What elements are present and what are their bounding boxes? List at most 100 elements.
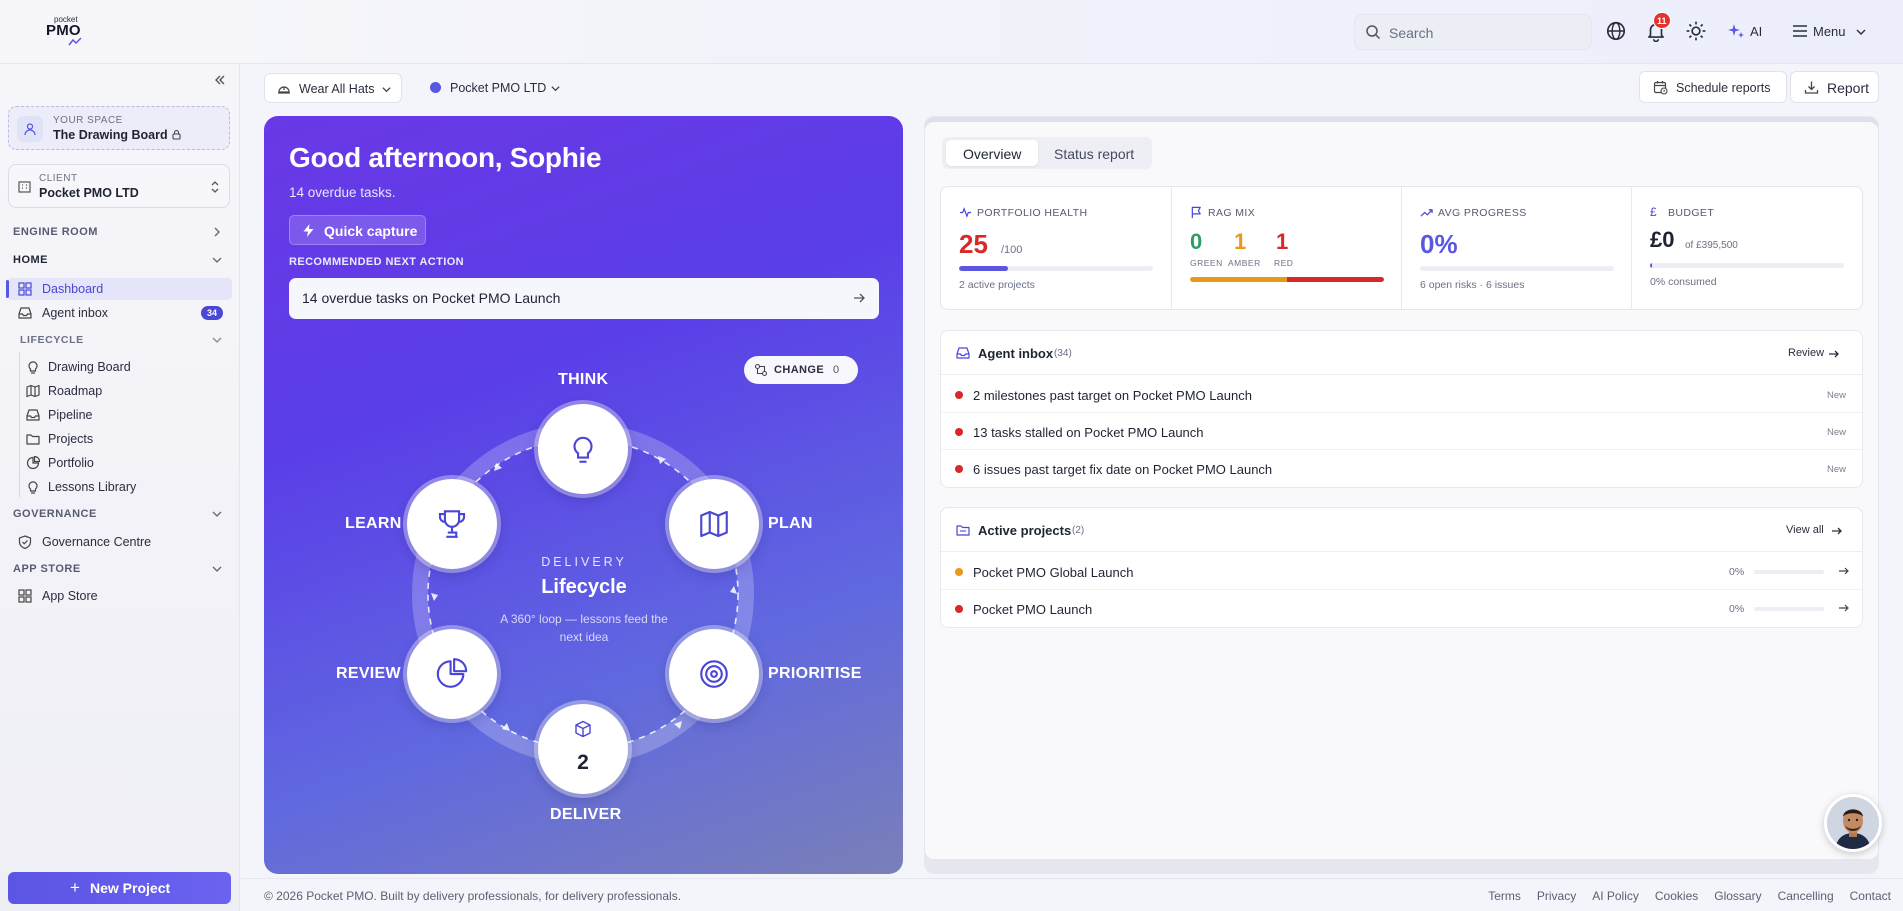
stage-review-label: REVIEW: [336, 665, 401, 682]
stage-prioritise-node[interactable]: [669, 629, 759, 719]
pocket-pmo-logo[interactable]: pocket PMO: [46, 15, 90, 47]
download-icon: [1804, 81, 1819, 94]
project-progress-pct: 0%: [1729, 566, 1745, 578]
project-row[interactable]: Pocket PMO Global Launch 0%: [941, 553, 1862, 590]
inbox-item[interactable]: 2 milestones past target on Pocket PMO L…: [941, 376, 1862, 413]
kpi-budget-bar-fill: [1650, 263, 1652, 268]
footer-link-cookies[interactable]: Cookies: [1655, 889, 1698, 903]
schedule-reports-button[interactable]: Schedule reports: [1639, 71, 1787, 103]
inbox-item[interactable]: 6 issues past target fix date on Pocket …: [941, 450, 1862, 487]
chevron-down-icon: [382, 87, 391, 93]
inbox-item[interactable]: 13 tasks stalled on Pocket PMO Launch Ne…: [941, 413, 1862, 450]
sidebar-item-dashboard[interactable]: Dashboard: [6, 278, 232, 300]
pie-icon: [26, 456, 40, 470]
stage-learn-label: LEARN: [345, 515, 402, 532]
section-governance[interactable]: GOVERNANCE: [13, 508, 222, 520]
tab-status-report-label: Status report: [1054, 146, 1135, 162]
logo-sparkle-icon: [68, 37, 82, 46]
kpi-budget-bar: [1650, 263, 1844, 268]
search-input[interactable]: [1389, 23, 1579, 43]
section-lifecycle[interactable]: LIFECYCLE: [20, 334, 222, 346]
rag-green: 0 GREEN: [1190, 229, 1223, 268]
agent-inbox-review-link[interactable]: Review: [1788, 347, 1839, 359]
inbox-icon: [956, 347, 970, 359]
stage-review-node[interactable]: [407, 629, 497, 719]
kpi-rag-label: RAG MIX: [1208, 207, 1256, 219]
package-icon: [575, 720, 591, 738]
kpi-avg-progress[interactable]: AVG PROGRESS 0% 6 open risks · 6 issues: [1401, 187, 1631, 309]
activity-icon: [959, 207, 972, 218]
your-space-card[interactable]: YOUR SPACE The Drawing Board: [8, 106, 230, 150]
collapse-sidebar-icon[interactable]: [212, 72, 228, 88]
footer-link-privacy[interactable]: Privacy: [1537, 889, 1576, 903]
project-row[interactable]: Pocket PMO Launch 0%: [941, 590, 1862, 627]
governance-label: GOVERNANCE: [13, 508, 97, 520]
sidebar-item-projects[interactable]: Projects: [20, 428, 232, 450]
lifecycle-title: Lifecycle: [541, 576, 627, 598]
sidebar-item-governance-centre[interactable]: Governance Centre: [8, 531, 232, 553]
view-all-projects-link[interactable]: View all: [1786, 524, 1842, 536]
bulb-icon: [573, 436, 593, 463]
footer-link-contact[interactable]: Contact: [1850, 889, 1891, 903]
menu-button[interactable]: Menu: [1791, 22, 1871, 42]
stage-think-node[interactable]: [538, 404, 628, 494]
new-project-button[interactable]: + New Project: [8, 872, 231, 904]
sidebar-item-drawing-board[interactable]: Drawing Board: [20, 356, 232, 378]
rag-amber-value: 1: [1234, 229, 1247, 254]
tab-status-report[interactable]: Status report: [1044, 140, 1148, 166]
kpi-portfolio-health[interactable]: PORTFOLIO HEALTH 25 /100 2 active projec…: [941, 187, 1171, 309]
sidebar-item-pipeline[interactable]: Pipeline: [20, 404, 232, 426]
rag-red-value: 1: [1276, 229, 1289, 254]
inbox-item-text: 6 issues past target fix date on Pocket …: [973, 462, 1273, 477]
footer-link-terms[interactable]: Terms: [1488, 889, 1521, 903]
client-selector[interactable]: CLIENT Pocket PMO LTD: [8, 164, 230, 208]
stage-prioritise-label: PRIORITISE: [768, 665, 862, 682]
kpi-health-bar: [959, 266, 1153, 271]
role-filter-label: Wear All Hats: [299, 82, 375, 96]
engine-room-label: ENGINE ROOM: [13, 226, 98, 238]
footer-link-cancelling[interactable]: Cancelling: [1778, 889, 1834, 903]
inbox-item-tag: New: [1827, 464, 1847, 475]
sidebar-item-lessons-library[interactable]: Lessons Library: [20, 476, 232, 498]
user-icon: [24, 123, 36, 136]
assistant-face-icon: [1827, 797, 1879, 849]
client-filter-dropdown[interactable]: Pocket PMO LTD: [450, 81, 560, 95]
arrow-right-icon: [1839, 567, 1849, 575]
agent-inbox-title: Agent inbox: [978, 346, 1054, 361]
client-label: CLIENT: [39, 173, 78, 184]
active-projects-title: Active projects: [978, 523, 1072, 538]
tab-overview[interactable]: Overview: [946, 140, 1038, 166]
tab-overview-label: Overview: [963, 146, 1022, 162]
sidebar-item-portfolio[interactable]: Portfolio: [20, 452, 232, 474]
arrow-right-icon: [1839, 604, 1849, 612]
sidebar-item-roadmap[interactable]: Roadmap: [20, 380, 232, 402]
sidebar-item-app-store[interactable]: App Store: [8, 585, 232, 607]
sun-icon[interactable]: [1685, 20, 1707, 42]
active-projects-header: Active projects (2) View all: [941, 508, 1862, 552]
new-project-label: New Project: [90, 880, 171, 896]
assistant-avatar[interactable]: [1824, 794, 1882, 852]
section-engine-room[interactable]: ENGINE ROOM: [13, 226, 220, 238]
kpi-budget[interactable]: £ BUDGET £0 of £395,500 0% consumed: [1631, 187, 1861, 309]
search-bar[interactable]: [1354, 14, 1592, 50]
chevron-down-icon: [212, 566, 222, 572]
globe-icon[interactable]: [1605, 20, 1627, 42]
ai-button[interactable]: AI: [1728, 22, 1762, 42]
section-app-store[interactable]: APP STORE: [13, 563, 222, 575]
active-projects-card: Active projects (2) View all Pocket PMO …: [940, 507, 1863, 628]
role-filter-dropdown[interactable]: Wear All Hats: [264, 73, 402, 103]
sidebar-item-agent-inbox[interactable]: Agent inbox 34: [8, 302, 232, 324]
agent-inbox-count-badge: 34: [201, 306, 223, 320]
report-button[interactable]: Report: [1790, 71, 1879, 103]
section-home[interactable]: HOME: [13, 254, 222, 266]
footer-link-ai-policy[interactable]: AI Policy: [1592, 889, 1639, 903]
kpi-rag-mix[interactable]: RAG MIX 0 GREEN 1 AMBER 1 RED: [1171, 187, 1401, 309]
stage-deliver-node[interactable]: 2: [538, 704, 628, 794]
project-name: Pocket PMO Global Launch: [973, 565, 1134, 580]
flag-icon: [1191, 206, 1201, 219]
footer-link-glossary[interactable]: Glossary: [1714, 889, 1761, 903]
kpi-strip: PORTFOLIO HEALTH 25 /100 2 active projec…: [940, 186, 1863, 310]
status-dot: [955, 391, 963, 399]
space-value: The Drawing Board: [53, 128, 168, 142]
project-status-dot: [955, 605, 963, 613]
